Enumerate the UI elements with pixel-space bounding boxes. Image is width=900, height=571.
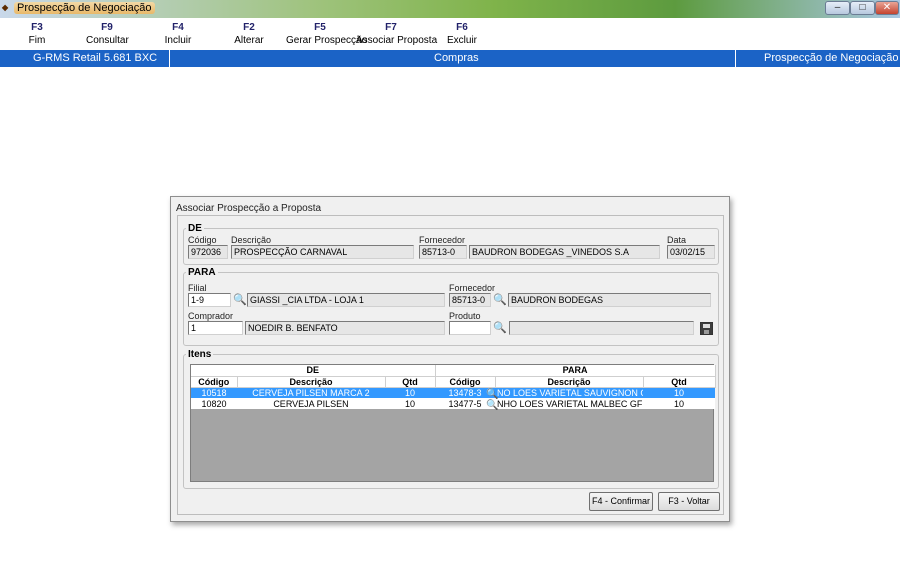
de-descricao-label: Descrição [231, 235, 272, 245]
cell-de-descricao: CERVEJA PILSEN [237, 398, 385, 409]
para-filial-input[interactable]: 1-9 [188, 293, 231, 307]
column-header[interactable]: Descrição [495, 376, 644, 388]
window-title: Prospecção de Negociação [14, 2, 155, 14]
de-fornecedor-code-field: 85713-0 [419, 245, 467, 259]
save-icon[interactable] [700, 322, 713, 335]
para-produto-name-field [509, 321, 694, 335]
de-data-label: Data [667, 235, 687, 245]
status-separator [735, 50, 736, 67]
de-codigo-label: Código [188, 235, 217, 245]
para-produto-label: Produto [449, 311, 481, 321]
maximize-button[interactable]: □ [850, 1, 875, 15]
cell-de-codigo: 10820 [191, 398, 237, 409]
para-comprador-name-field: NOEDIR B. BENFATO [245, 321, 445, 335]
toolbar-label: Fim [28, 35, 46, 46]
cell-para-descricao: NO LOES VARIETAL SAUVIGNON GF 75I [495, 387, 644, 398]
toolbar-key: F5 [314, 22, 326, 33]
function-key-toolbar: F3 Fim F9 Consultar F4 Incluir F2 Altera… [0, 18, 900, 50]
para-fornecedor-name-field: BAUDRON BODEGAS [508, 293, 711, 307]
de-fornecedor-name-field: BAUDRON BODEGAS _VINEDOS S.A [469, 245, 660, 259]
toolbar-gerar-prospeccao[interactable]: F5 Gerar Prospecção [286, 22, 368, 48]
cell-de-qtd: 10 [385, 387, 436, 398]
toolbar-excluir[interactable]: F6 Excluir [446, 22, 478, 48]
confirm-button[interactable]: F4 - Confirmar [589, 492, 653, 511]
para-produto-input[interactable] [449, 321, 491, 335]
toolbar-alterar[interactable]: F2 Alterar [233, 22, 265, 48]
toolbar-consultar[interactable]: F9 Consultar [86, 22, 129, 48]
toolbar-label: Incluir [164, 35, 192, 46]
para-legend: PARA [188, 267, 216, 278]
itens-legend: Itens [188, 349, 212, 360]
column-header[interactable]: Código [435, 376, 496, 388]
cell-para-qtd: 10 [643, 398, 716, 409]
column-header[interactable]: Código [191, 376, 238, 388]
de-legend: DE [188, 223, 202, 234]
toolbar-associar-proposta[interactable]: F7 Associar Proposta [356, 22, 438, 48]
table-row[interactable]: 10820 CERVEJA PILSEN 10 13477-5 NHO LOES… [191, 398, 716, 409]
toolbar-fim[interactable]: F3 Fim [22, 22, 52, 48]
toolbar-key: F7 [385, 22, 397, 33]
para-filial-name-field: GIASSI _CIA LTDA - LOJA 1 [247, 293, 445, 307]
dialog-title: Associar Prospecção a Proposta [176, 203, 322, 214]
toolbar-key: F4 [172, 22, 184, 33]
back-button[interactable]: F3 - Voltar [658, 492, 720, 511]
cell-de-qtd: 10 [385, 398, 436, 409]
para-fornecedor-label: Fornecedor [449, 283, 496, 293]
toolbar-label: Associar Proposta [356, 35, 438, 46]
de-data-field: 03/02/15 [667, 245, 715, 259]
status-bar: G-RMS Retail 5.681 BXC Compras Prospecçã… [0, 50, 900, 67]
search-produto-icon[interactable]: 🔍 [493, 322, 507, 334]
para-filial-label: Filial [188, 283, 207, 293]
toolbar-incluir[interactable]: F4 Incluir [163, 22, 193, 48]
grid-group-de: DE [191, 365, 436, 377]
cell-de-codigo: 10518 [191, 387, 237, 398]
cell-para-qtd: 10 [643, 387, 716, 398]
itens-grid[interactable]: DE PARA Código Descrição Qtd Código Desc… [190, 364, 716, 482]
search-row-icon[interactable]: 🔍 [486, 400, 498, 412]
cell-para-descricao: NHO LOES VARIETAL MALBEC GF 750I [495, 398, 644, 409]
toolbar-label: Excluir [446, 35, 477, 46]
status-screen: Prospecção de Negociação [764, 52, 899, 64]
toolbar-key: F3 [31, 22, 43, 33]
toolbar-label: Consultar [86, 35, 129, 46]
para-comprador-input[interactable]: 1 [188, 321, 243, 335]
toolbar-label: Alterar [234, 35, 264, 46]
status-separator [169, 50, 170, 67]
minimize-button[interactable]: – [825, 1, 850, 15]
search-filial-icon[interactable]: 🔍 [233, 294, 247, 306]
window-titlebar: ◆ Prospecção de Negociação – □ ✕ [0, 0, 900, 18]
para-comprador-label: Comprador [188, 311, 234, 321]
column-header[interactable]: Descrição [237, 376, 386, 388]
column-header[interactable]: Qtd [385, 376, 436, 388]
toolbar-key: F2 [243, 22, 255, 33]
de-fornecedor-label: Fornecedor [419, 235, 466, 245]
cell-de-descricao: CERVEJA PILSEN MARCA 2 [237, 387, 385, 398]
de-descricao-field: PROSPECÇÃO CARNAVAL [231, 245, 414, 259]
toolbar-key: F9 [101, 22, 113, 33]
search-fornecedor-icon[interactable]: 🔍 [493, 294, 507, 306]
toolbar-key: F6 [456, 22, 468, 33]
table-row[interactable]: 10518 CERVEJA PILSEN MARCA 2 10 13478-3 … [191, 387, 716, 398]
app-icon: ◆ [2, 3, 9, 12]
status-module: Compras [434, 52, 479, 64]
column-header[interactable]: Qtd [643, 376, 716, 388]
de-codigo-field: 972036 [188, 245, 228, 259]
toolbar-label: Gerar Prospecção [286, 35, 368, 46]
status-version: G-RMS Retail 5.681 BXC [33, 52, 158, 64]
para-fornecedor-code-field[interactable]: 85713-0 [449, 293, 491, 307]
grid-group-para: PARA [435, 365, 716, 377]
close-button[interactable]: ✕ [875, 1, 899, 15]
